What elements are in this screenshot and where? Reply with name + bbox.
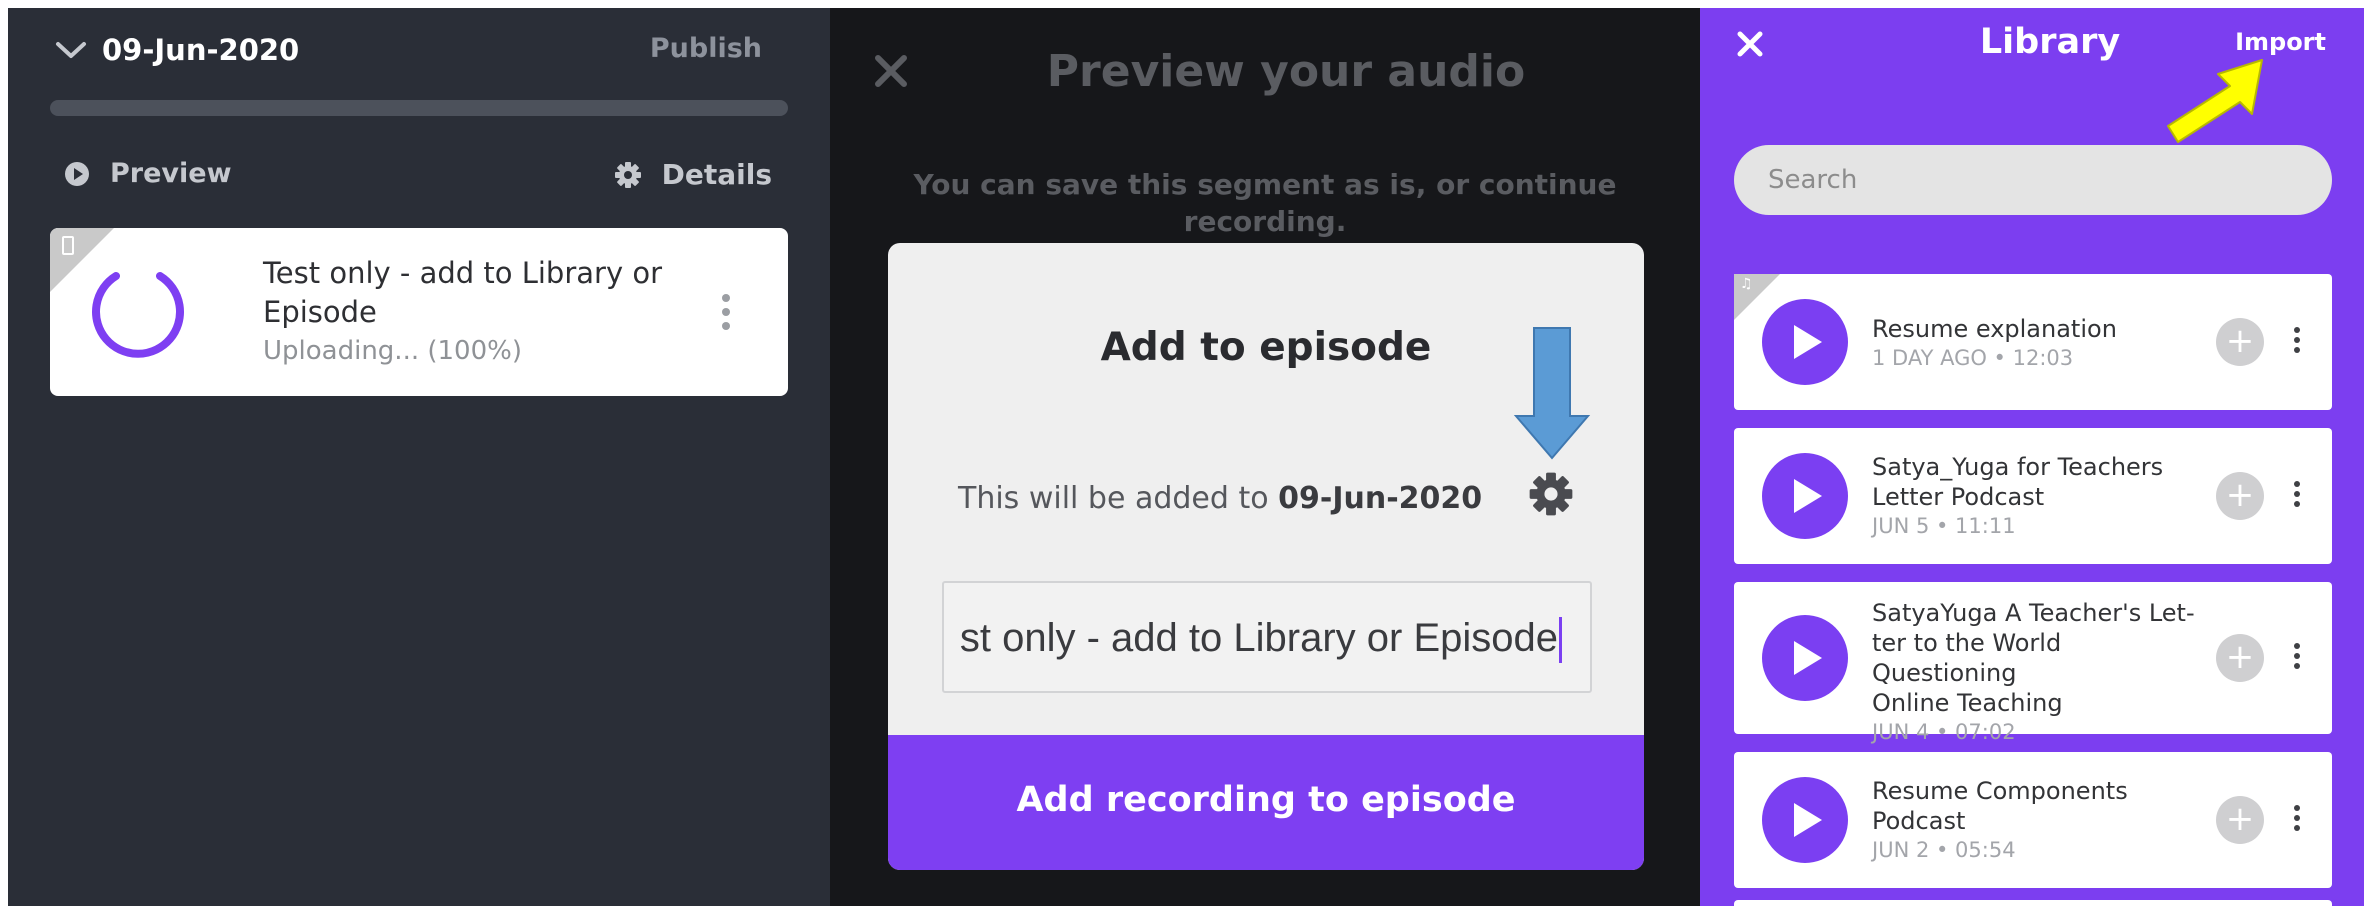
item-text: SatyaYuga A Teacher's Let- ter to the Wo… — [1872, 598, 2202, 746]
item-text: Resume explanation 1 DAY AGO • 12:03 — [1872, 314, 2202, 372]
play-icon — [1794, 479, 1822, 513]
preview-title: Preview your audio — [1046, 46, 1526, 97]
upload-card[interactable]: Test only - add to Library or Episode Up… — [50, 228, 788, 396]
item-meta: JUN 4 • 07:02 — [1872, 720, 2016, 744]
play-button[interactable] — [1762, 777, 1848, 863]
add-item-button[interactable]: + — [2216, 472, 2264, 520]
text-caret — [1559, 617, 1562, 664]
item-title-line: Letter Podcast — [1872, 483, 2045, 511]
add-to-episode-dialog: Add to episode This will be added to 09-… — [888, 243, 1644, 870]
more-options-icon[interactable] — [722, 294, 732, 336]
library-item[interactable]: SatyaYuga A Teacher's Let- ter to the Wo… — [1734, 582, 2332, 744]
import-button[interactable]: Import — [2235, 28, 2326, 56]
item-meta: 1 DAY AGO • 12:03 — [1872, 346, 2074, 370]
play-icon — [1794, 641, 1822, 675]
library-item[interactable]: Resume Components Podcast JUN 2 • 05:54 … — [1734, 752, 2332, 888]
upload-title: Test only - add to Library or Episode — [263, 256, 662, 329]
details-label: Details — [661, 158, 772, 191]
preview-panel: Preview your audio You can save this seg… — [830, 8, 1700, 906]
episode-header[interactable]: 09-Jun-2020 — [54, 30, 299, 70]
item-title-line: Resume explanation — [1872, 315, 2117, 343]
play-circle-icon — [65, 161, 89, 186]
item-title-line: Online Teaching — [1872, 689, 2063, 717]
details-button[interactable]: Details — [614, 158, 772, 191]
preview-button[interactable]: Preview — [64, 158, 232, 189]
library-item[interactable]: Satya_Yuga for Teachers Letter Podcast J… — [1734, 428, 2332, 564]
item-text: Satya_Yuga for Teachers Letter Podcast J… — [1872, 452, 2202, 540]
preview-description: You can save this segment as is, or cont… — [913, 168, 1617, 238]
episode-panel: 09-Jun-2020 Publish Preview Details Test… — [8, 8, 830, 906]
item-meta: JUN 5 • 11:11 — [1872, 514, 2016, 538]
added-to-text: This will be added to 09-Jun-2020 — [958, 481, 1482, 516]
add-item-button[interactable]: + — [2216, 796, 2264, 844]
library-list: ♫ Resume explanation 1 DAY AGO • 12:03 +… — [1734, 274, 2332, 906]
play-button[interactable] — [1762, 615, 1848, 701]
phone-icon — [62, 236, 74, 255]
preview-label: Preview — [110, 158, 232, 189]
item-meta: JUN 2 • 05:54 — [1872, 838, 2016, 862]
search-input[interactable]: Search — [1734, 145, 2332, 215]
item-text: Resume Components Podcast JUN 2 • 05:54 — [1872, 776, 2202, 864]
item-title-line: Podcast — [1872, 807, 1966, 835]
more-options-icon[interactable] — [2294, 643, 2302, 673]
add-item-button[interactable]: + — [2216, 318, 2264, 366]
library-item-peek — [1734, 900, 2332, 906]
more-options-icon[interactable] — [2294, 481, 2302, 511]
item-title-line: SatyaYuga A Teacher's Let- — [1872, 599, 2195, 627]
gear-icon[interactable] — [1528, 471, 1574, 517]
library-panel: Library Import Search ♫ Resume explanati… — [1700, 8, 2364, 906]
play-icon — [1794, 803, 1822, 837]
music-note-icon: ♫ — [1740, 276, 1753, 292]
chevron-down-icon[interactable] — [54, 39, 88, 61]
add-item-button[interactable]: + — [2216, 634, 2264, 682]
more-options-icon[interactable] — [2294, 805, 2302, 835]
recording-name-value: st only - add to Library or Episode — [959, 616, 1558, 660]
upload-spinner-icon — [92, 272, 184, 358]
search-placeholder: Search — [1768, 165, 1858, 195]
episode-date: 09-Jun-2020 — [102, 33, 300, 67]
upload-status: Uploading... (100%) — [263, 336, 522, 366]
add-recording-button[interactable]: Add recording to episode — [888, 735, 1644, 870]
play-icon — [1794, 325, 1822, 359]
more-options-icon[interactable] — [2294, 327, 2302, 357]
added-to-prefix: This will be added to — [958, 481, 1279, 516]
play-button[interactable] — [1762, 453, 1848, 539]
gear-icon — [614, 161, 641, 188]
publish-button[interactable]: Publish — [650, 33, 762, 64]
item-title-line: Satya_Yuga for Teachers — [1872, 453, 2164, 481]
episode-progress-bar — [50, 100, 788, 116]
recording-name-input[interactable]: st only - add to Library or Episode — [942, 581, 1592, 693]
play-button[interactable] — [1762, 299, 1848, 385]
library-item[interactable]: ♫ Resume explanation 1 DAY AGO • 12:03 + — [1734, 274, 2332, 410]
annotation-arrow-down-icon — [1513, 327, 1591, 460]
added-to-date: 09-Jun-2020 — [1278, 481, 1483, 516]
annotation-arrow-up-icon — [2167, 59, 2263, 143]
item-title-line: Resume Components — [1872, 777, 2128, 805]
item-title-line: ter to the World Questioning — [1872, 629, 2062, 687]
